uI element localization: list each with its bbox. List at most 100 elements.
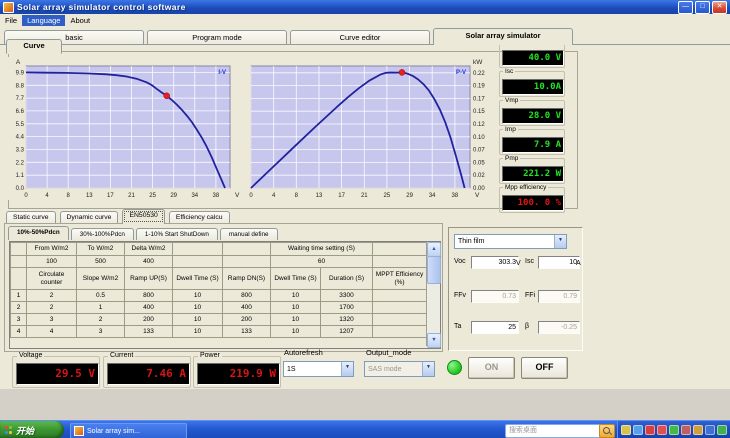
on-button[interactable]: ON xyxy=(468,357,515,379)
table-data-cell[interactable]: 10 xyxy=(172,313,223,326)
table-data-cell[interactable]: 10 xyxy=(270,301,321,314)
svg-text:38: 38 xyxy=(213,193,220,199)
svg-text:P-V: P-V xyxy=(456,70,466,76)
table-data-cell[interactable]: 3300 xyxy=(319,289,374,302)
measurement-value: 221.2 W xyxy=(502,166,564,182)
table-data-cell[interactable]: 400 xyxy=(124,301,173,314)
readout-current: Current 7.46 A xyxy=(103,352,191,388)
table-data-cell[interactable]: 10 xyxy=(270,313,321,326)
tab-en50530[interactable]: EN50530 xyxy=(122,209,165,224)
output-mode-dropdown[interactable]: SAS mode ▼ xyxy=(364,361,435,377)
table-data-cell[interactable]: 800 xyxy=(222,289,271,302)
tab-10-50-pdcn[interactable]: 10%-50%Pdcn xyxy=(8,226,69,240)
svg-text:0.0: 0.0 xyxy=(16,186,25,192)
table-data-cell[interactable]: 133 xyxy=(124,325,173,338)
chevron-down-icon[interactable]: ▼ xyxy=(341,362,353,376)
search-button[interactable] xyxy=(599,424,615,438)
tab-1-10-start-shutdown[interactable]: 1-10% Start ShutDown xyxy=(135,228,218,240)
media-icon[interactable] xyxy=(645,425,655,435)
table-data-cell[interactable] xyxy=(372,313,428,326)
shield-blue-icon[interactable] xyxy=(705,425,715,435)
alert-icon[interactable] xyxy=(657,425,667,435)
svg-text:2.2: 2.2 xyxy=(16,160,25,166)
tool-icon[interactable] xyxy=(681,425,691,435)
tab-program-mode[interactable]: Program mode xyxy=(147,30,287,45)
range-value-cell[interactable]: 400 xyxy=(124,255,173,268)
network-icon[interactable] xyxy=(633,425,643,435)
taskbar-task-button[interactable]: Solar array sim... xyxy=(70,423,187,438)
table-data-cell[interactable]: 10 xyxy=(172,289,223,302)
module-type-dropdown[interactable]: Thin film ▼ xyxy=(454,234,567,249)
table-data-cell[interactable] xyxy=(372,289,428,302)
table-data-cell[interactable]: 400 xyxy=(222,301,271,314)
maximize-icon[interactable]: □ xyxy=(695,0,710,14)
table-data-cell[interactable]: 800 xyxy=(124,289,173,302)
table-data-cell[interactable]: 3 xyxy=(76,325,125,338)
range-value-cell[interactable] xyxy=(222,255,271,268)
table-data-cell[interactable]: 4 xyxy=(26,325,77,338)
table-data-cell[interactable] xyxy=(372,301,428,314)
sync-icon[interactable] xyxy=(693,425,703,435)
table-data-cell[interactable]: 10 xyxy=(270,289,321,302)
table-data-cell[interactable]: 1207 xyxy=(319,325,374,338)
table-data-cell[interactable]: 10 xyxy=(172,325,223,338)
table-data-cell[interactable]: 3 xyxy=(26,313,77,326)
chevron-down-icon[interactable]: ▼ xyxy=(554,235,566,248)
svg-text:0: 0 xyxy=(249,193,253,199)
scroll-up-icon[interactable]: ▲ xyxy=(427,242,441,257)
readout-power: Power 219.9 W xyxy=(193,352,281,388)
param-input-ta[interactable] xyxy=(471,321,519,334)
search-input[interactable]: 搜索桌面 xyxy=(505,424,602,438)
scroll-down-icon[interactable]: ▼ xyxy=(427,333,441,348)
shield-green-icon[interactable] xyxy=(717,425,727,435)
close-icon[interactable]: ✕ xyxy=(712,0,727,14)
autorefresh-dropdown[interactable]: 1S ▼ xyxy=(283,361,354,377)
range-value-cell[interactable] xyxy=(172,255,223,268)
tab-curve-editor[interactable]: Curve editor xyxy=(290,30,430,45)
table-data-cell[interactable]: 0.5 xyxy=(76,289,125,302)
table-data-cell[interactable]: 200 xyxy=(222,313,271,326)
table-data-cell[interactable]: 10 xyxy=(172,301,223,314)
table-data-cell[interactable]: 133 xyxy=(222,325,271,338)
table-data-cell[interactable]: 1700 xyxy=(319,301,374,314)
menu-about[interactable]: About xyxy=(65,15,95,26)
range-value-cell[interactable]: 500 xyxy=(76,255,125,268)
table-data-cell[interactable]: 1 xyxy=(76,301,125,314)
range-header-cell: Waiting time setting (S) xyxy=(269,242,374,256)
minimize-icon[interactable]: — xyxy=(678,0,693,14)
chat-icon[interactable] xyxy=(669,425,679,435)
menu-language[interactable]: Language xyxy=(22,14,66,26)
svg-text:29: 29 xyxy=(170,193,177,199)
title-bar: Solar array simulator control software —… xyxy=(0,0,730,14)
range-value-cell[interactable]: 100 xyxy=(26,255,77,268)
off-button[interactable]: OFF xyxy=(521,357,568,379)
row-number: 4 xyxy=(10,325,27,338)
tab-curve[interactable]: Curve xyxy=(6,39,62,54)
measurement-label: Isc xyxy=(503,68,516,75)
start-button[interactable]: 开始 xyxy=(0,421,64,438)
volume-icon[interactable] xyxy=(621,425,631,435)
tab-solar-array-simulator[interactable]: Solar array simulator xyxy=(433,28,573,45)
measurement-vmp: Vmp 28.0 V xyxy=(499,97,565,126)
table-data-cell[interactable]: 2 xyxy=(26,301,77,314)
table-data-cell[interactable]: 200 xyxy=(124,313,173,326)
table-scrollbar[interactable]: ▲ ▼ xyxy=(426,242,441,348)
measurement-panel: Voc40.0 VIsc 10.0A Vmp 28.0 V Imp 7.9 A Pmp 221… xyxy=(499,39,565,216)
en50530-group-box: 10%-50%Pdcn 30%-100%Pdcn 1-10% Start ShutD… xyxy=(4,223,443,352)
readout-value: 7.46 A xyxy=(107,363,190,385)
range-value-cell[interactable] xyxy=(372,255,428,268)
tab-30-100-pdcn[interactable]: 30%-100%Pdcn xyxy=(70,228,134,240)
svg-text:0.02: 0.02 xyxy=(473,173,485,179)
tab-manual-define[interactable]: manual define xyxy=(219,228,278,240)
table-data-cell[interactable]: 2 xyxy=(26,289,77,302)
table-data-cell[interactable]: 1320 xyxy=(319,313,374,326)
filler-cell xyxy=(11,338,427,348)
table-data-cell[interactable] xyxy=(372,325,428,338)
table-data-cell[interactable]: 10 xyxy=(270,325,321,338)
param-input-isc[interactable] xyxy=(538,256,580,269)
menu-file[interactable]: File xyxy=(0,15,22,26)
table-data-cell[interactable]: 2 xyxy=(76,313,125,326)
scrollbar-thumb[interactable] xyxy=(427,256,441,284)
param-input-voc[interactable] xyxy=(471,256,519,269)
range-value-cell[interactable]: 60 xyxy=(269,255,374,268)
